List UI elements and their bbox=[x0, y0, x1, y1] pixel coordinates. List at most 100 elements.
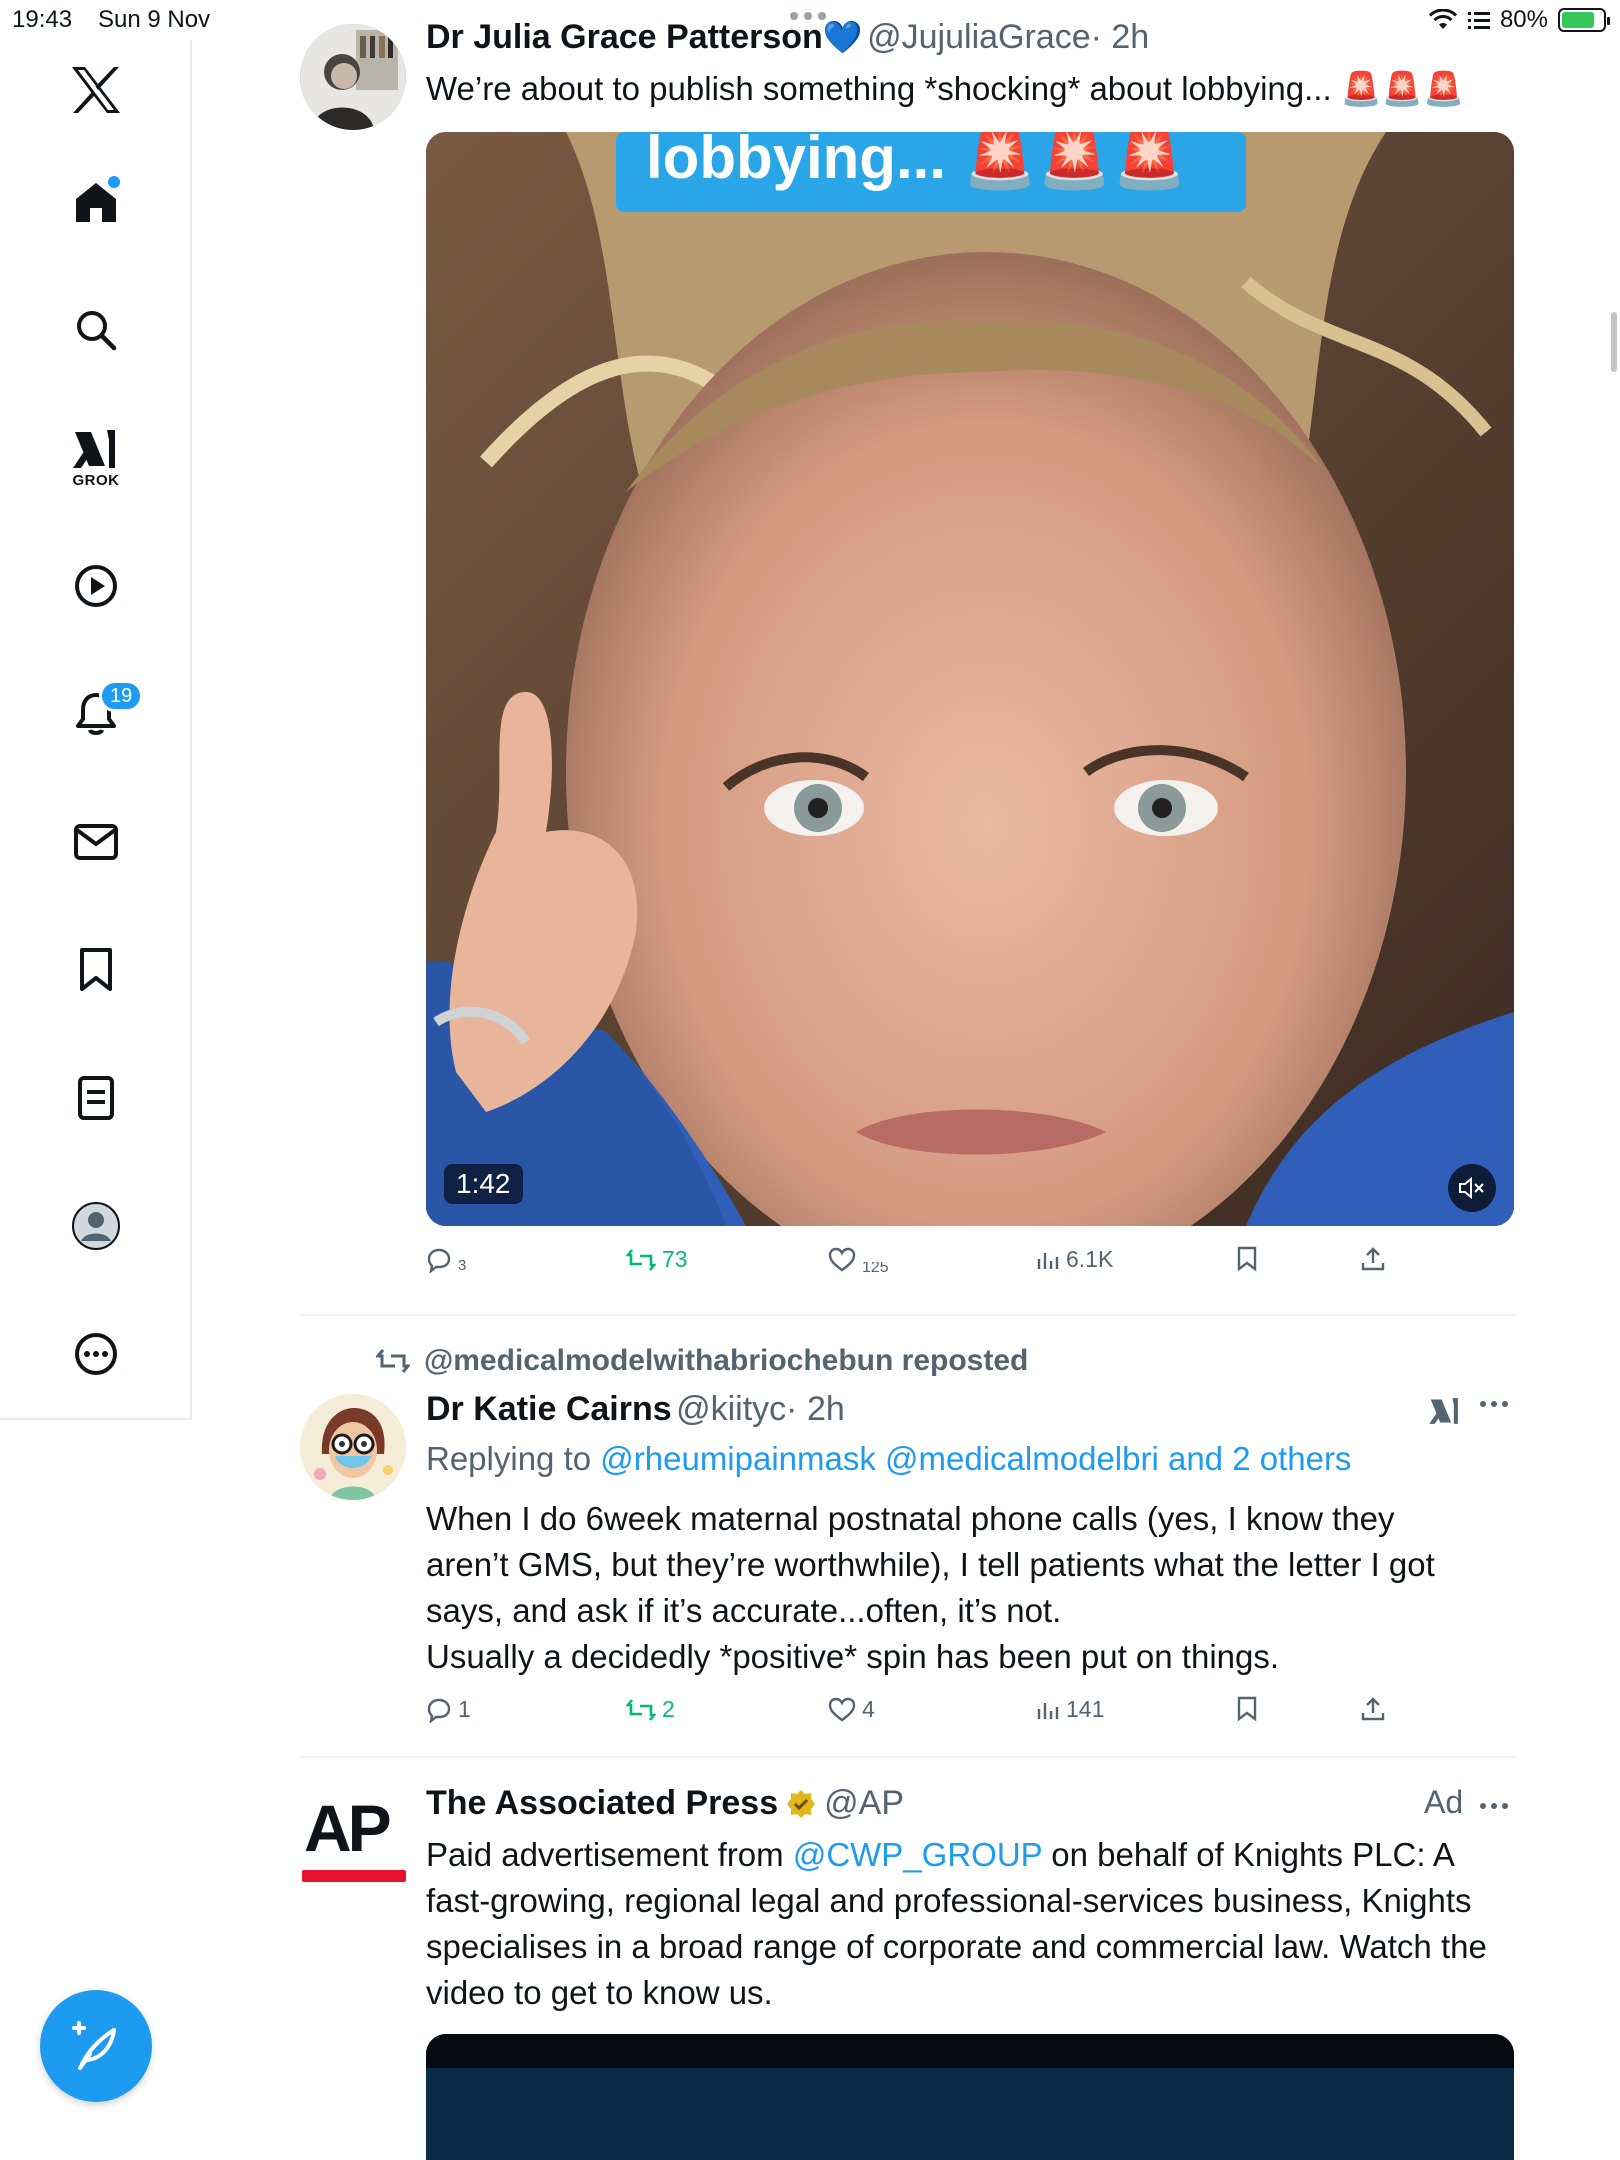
blue-heart-emoji: 💙 bbox=[822, 19, 863, 55]
sidebar-item-more[interactable] bbox=[46, 1314, 146, 1394]
author-name[interactable]: The Associated Press bbox=[426, 1784, 778, 1823]
sidebar-nav: GROK 19 bbox=[0, 40, 192, 1420]
speaker-muted-icon bbox=[1459, 1176, 1484, 1200]
like-count: 125 bbox=[862, 1262, 889, 1274]
post-more-button[interactable] bbox=[1478, 1396, 1510, 1414]
sidebar-item-notifications[interactable]: 19 bbox=[46, 674, 146, 754]
share-button[interactable] bbox=[1360, 1696, 1386, 1722]
post-time: · 2h bbox=[786, 1390, 845, 1428]
post-divider bbox=[300, 1314, 1516, 1316]
compose-feather-icon bbox=[72, 2021, 116, 2070]
sidebar-item-messages[interactable] bbox=[46, 802, 146, 882]
reply-count: 1 bbox=[458, 1696, 471, 1722]
sidebar-item-search[interactable] bbox=[46, 290, 146, 370]
mute-button[interactable] bbox=[1448, 1164, 1496, 1212]
reply-count: 3 bbox=[458, 1260, 467, 1274]
bookmark-button[interactable] bbox=[1236, 1696, 1258, 1722]
bookmark-icon bbox=[1237, 1696, 1257, 1722]
like-button[interactable]: 125 bbox=[828, 1246, 889, 1274]
heart-icon bbox=[828, 1247, 856, 1272]
author-handle[interactable]: @AP bbox=[824, 1784, 904, 1823]
like-button[interactable]: 4 bbox=[828, 1696, 875, 1723]
share-icon bbox=[1361, 1697, 1385, 1721]
notifications-badge: 19 bbox=[99, 680, 144, 712]
ad-text-pre: Paid advertisement from bbox=[426, 1836, 793, 1873]
repost-count: 2 bbox=[662, 1696, 675, 1722]
video-frame bbox=[426, 132, 1514, 1226]
author-name[interactable]: Dr Katie Cairns bbox=[426, 1390, 672, 1428]
search-icon bbox=[77, 311, 117, 351]
sidebar-item-bookmarks[interactable] bbox=[46, 930, 146, 1010]
scrollbar[interactable] bbox=[1611, 312, 1617, 372]
video-duration: 1:42 bbox=[444, 1164, 523, 1204]
post-text: When I do 6week maternal postnatal phone… bbox=[426, 1496, 1516, 1680]
views-button[interactable]: 6.1K bbox=[1036, 1246, 1113, 1273]
ap-logo-text: AP bbox=[304, 1791, 392, 1865]
repost-header: @medicalmodelwithabriochebun reposted bbox=[376, 1344, 1028, 1378]
repost-button[interactable]: 73 bbox=[626, 1246, 688, 1273]
post-divider bbox=[300, 1756, 1516, 1758]
repost-icon bbox=[626, 1698, 656, 1721]
ad-mention-link[interactable]: @CWP_GROUP bbox=[793, 1836, 1042, 1873]
reposted-by-text[interactable]: @medicalmodelwithabriochebun reposted bbox=[424, 1344, 1028, 1378]
grok-icon bbox=[1429, 1398, 1458, 1424]
list-icon bbox=[78, 1076, 114, 1120]
ad-video-player[interactable] bbox=[426, 2034, 1514, 2160]
sidebar-item-home[interactable] bbox=[46, 162, 146, 242]
post-text-line: Usually a decidedly *positive* spin has … bbox=[426, 1638, 1280, 1675]
post-text: We’re about to publish something *shocki… bbox=[426, 70, 1465, 107]
post-time: · 2h bbox=[1090, 18, 1150, 56]
grok-post-button[interactable] bbox=[1428, 1394, 1462, 1433]
sidebar-item-grok[interactable]: GROK bbox=[46, 418, 146, 498]
post-more-button[interactable] bbox=[1478, 1798, 1510, 1816]
views-chart-icon bbox=[1037, 1702, 1059, 1719]
post-text-line: aren’t GMS, but they’re worthwhile), I t… bbox=[426, 1546, 1435, 1583]
video-player[interactable]: lobbying... 🚨🚨🚨 1:42 bbox=[426, 132, 1514, 1226]
post-text-line: When I do 6week maternal postnatal phone… bbox=[426, 1500, 1395, 1537]
post-actions: 3 73 125 6.1K bbox=[426, 1246, 1514, 1286]
replying-prefix: Replying to bbox=[426, 1440, 601, 1477]
replying-to-links[interactable]: @rheumipainmask @medicalmodelbri and 2 o… bbox=[600, 1440, 1351, 1477]
reply-icon bbox=[427, 1698, 451, 1723]
views-count: 6.1K bbox=[1066, 1246, 1114, 1272]
sidebar-item-profile[interactable] bbox=[46, 1186, 146, 1266]
bookmark-icon bbox=[1237, 1246, 1257, 1272]
like-count: 4 bbox=[862, 1696, 875, 1722]
repost-small-icon bbox=[376, 1349, 410, 1373]
author-name[interactable]: Dr Julia Grace Patterson bbox=[426, 18, 823, 56]
repost-button[interactable]: 2 bbox=[626, 1696, 675, 1723]
share-button[interactable] bbox=[1360, 1246, 1386, 1272]
profile-avatar-icon bbox=[72, 1202, 120, 1250]
repost-count: 73 bbox=[662, 1246, 688, 1272]
views-button[interactable]: 141 bbox=[1036, 1696, 1104, 1723]
author-handle[interactable]: @kiityc bbox=[676, 1390, 786, 1428]
post-text-line: says, and ask if it’s accurate...often, … bbox=[426, 1592, 1062, 1629]
bookmark-icon bbox=[80, 948, 112, 991]
reply-button[interactable]: 3 bbox=[426, 1246, 466, 1274]
sidebar-item-lists[interactable] bbox=[46, 1058, 146, 1138]
compose-post-button[interactable] bbox=[40, 1990, 152, 2102]
author-handle[interactable]: @JujuliaGrace bbox=[867, 18, 1091, 56]
wifi-icon bbox=[1428, 9, 1458, 29]
avatar-katie[interactable] bbox=[300, 1394, 406, 1500]
share-icon bbox=[1361, 1247, 1385, 1271]
views-count: 141 bbox=[1066, 1696, 1105, 1722]
grok-icon bbox=[73, 429, 115, 468]
x-logo-icon[interactable] bbox=[46, 50, 146, 130]
reply-icon bbox=[427, 1248, 451, 1273]
mail-icon bbox=[74, 824, 118, 860]
reply-button[interactable]: 1 bbox=[426, 1696, 471, 1723]
unread-dot bbox=[108, 176, 120, 188]
play-circle-icon bbox=[75, 565, 117, 607]
avatar-ap-logo[interactable]: AP bbox=[300, 1786, 406, 1892]
ad-label: Ad bbox=[1424, 1784, 1464, 1820]
repost-icon bbox=[626, 1248, 656, 1271]
heart-icon bbox=[828, 1697, 856, 1721]
bookmark-button[interactable] bbox=[1236, 1246, 1258, 1272]
views-chart-icon bbox=[1037, 1252, 1059, 1269]
status-date: Sun 9 Nov bbox=[98, 6, 211, 33]
sidebar-item-video[interactable] bbox=[46, 546, 146, 626]
post-actions: 1 2 4 141 bbox=[426, 1696, 1514, 1736]
status-time: 19:43 bbox=[12, 6, 73, 33]
avatar-julia[interactable] bbox=[300, 24, 406, 130]
